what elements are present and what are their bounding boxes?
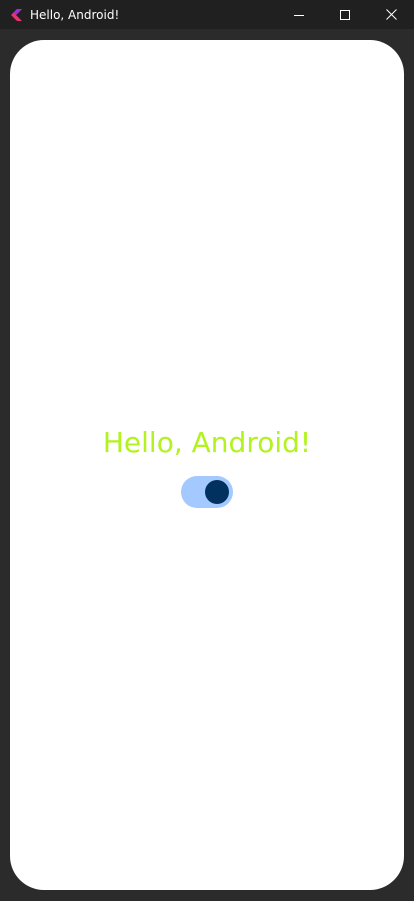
app-window: Hello, Android! Hello, Android!	[0, 0, 414, 901]
maximize-button[interactable]	[322, 0, 368, 29]
toggle-switch-thumb	[205, 480, 229, 504]
window-title: Hello, Android!	[30, 7, 120, 22]
maximize-icon	[340, 5, 350, 24]
greeting-text: Hello, Android!	[102, 426, 312, 459]
app-logo-icon	[9, 8, 23, 22]
minimize-icon	[294, 5, 304, 24]
toggle-switch[interactable]	[181, 476, 233, 508]
close-button[interactable]	[368, 0, 414, 29]
minimize-button[interactable]	[276, 0, 322, 29]
window-controls	[276, 0, 414, 29]
close-icon	[385, 5, 397, 24]
title-bar[interactable]: Hello, Android!	[0, 0, 414, 29]
app-screen: Hello, Android!	[10, 40, 404, 890]
